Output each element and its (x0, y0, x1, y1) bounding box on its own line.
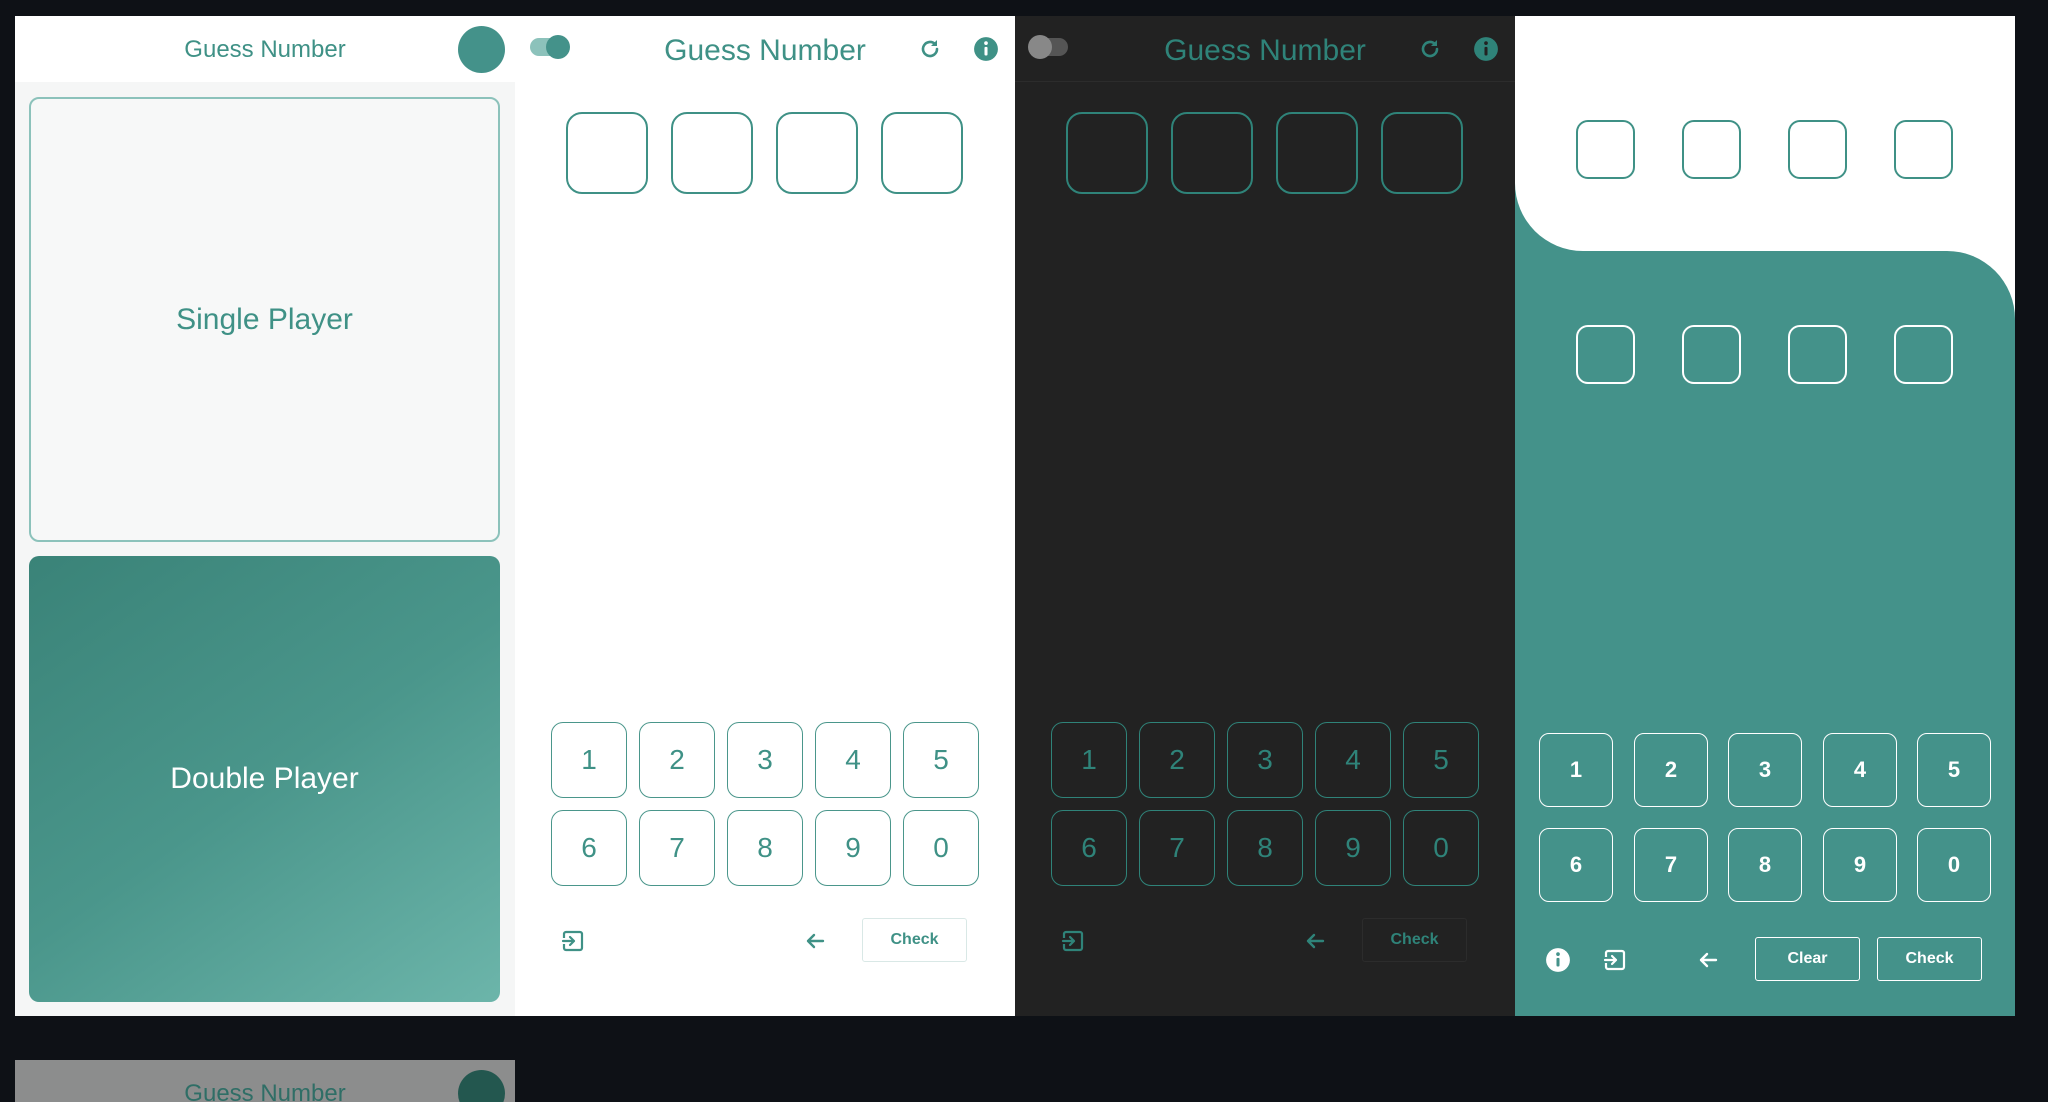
key-7[interactable]: 7 (1139, 810, 1215, 886)
info-icon[interactable] (971, 34, 1001, 64)
single-player-button[interactable]: Single Player (29, 97, 500, 542)
menu-header: Guess Number (15, 16, 515, 82)
key-3[interactable]: 3 (727, 722, 803, 798)
key-1[interactable]: 1 (551, 722, 627, 798)
double-player-screen: 1 2 3 4 5 6 7 8 9 0 Clear Check (1515, 16, 2015, 1016)
key-6[interactable]: 6 (551, 810, 627, 886)
key-2[interactable]: 2 (1139, 722, 1215, 798)
key-6[interactable]: 6 (1539, 828, 1613, 902)
key-6[interactable]: 6 (1051, 810, 1127, 886)
key-4[interactable]: 4 (1823, 733, 1897, 807)
digit-slot-1 (566, 112, 648, 194)
ghost-menu-screen: Guess Number (15, 1060, 515, 1102)
key-3[interactable]: 3 (1227, 722, 1303, 798)
player-two-slot-4 (1894, 325, 1953, 384)
game-header: Guess Number (1015, 16, 1515, 82)
menu-screen: Guess Number Single Player Double Player (15, 16, 515, 1016)
backspace-arrow-icon[interactable] (1300, 926, 1330, 956)
backspace-arrow-icon[interactable] (800, 926, 830, 956)
digit-slot-3 (1276, 112, 1358, 194)
key-4[interactable]: 4 (815, 722, 891, 798)
info-icon[interactable] (1471, 34, 1501, 64)
backspace-arrow-icon[interactable] (1693, 945, 1723, 975)
key-2[interactable]: 2 (639, 722, 715, 798)
player-two-slot-3 (1788, 325, 1847, 384)
key-0[interactable]: 0 (1917, 828, 1991, 902)
avatar[interactable] (458, 26, 505, 73)
key-0[interactable]: 0 (903, 810, 979, 886)
player-two-slot-2 (1682, 325, 1741, 384)
player-one-slot-2 (1682, 120, 1741, 179)
refresh-icon[interactable] (1415, 34, 1445, 64)
key-5[interactable]: 5 (1917, 733, 1991, 807)
exit-icon[interactable] (558, 926, 588, 956)
key-9[interactable]: 9 (815, 810, 891, 886)
info-icon[interactable] (1543, 945, 1573, 975)
key-9[interactable]: 9 (1315, 810, 1391, 886)
check-button[interactable]: Check (1877, 937, 1982, 981)
key-1[interactable]: 1 (1539, 733, 1613, 807)
digit-slot-3 (776, 112, 858, 194)
dark-game-screen: Guess Number 1 2 3 4 5 6 7 8 9 0 Check (1015, 16, 1515, 1016)
key-7[interactable]: 7 (639, 810, 715, 886)
key-0[interactable]: 0 (1403, 810, 1479, 886)
menu-title: Guess Number (184, 36, 346, 63)
digit-slot-4 (1381, 112, 1463, 194)
digit-slot-2 (671, 112, 753, 194)
digit-slot-2 (1171, 112, 1253, 194)
avatar (458, 1070, 505, 1102)
single-player-label: Single Player (176, 302, 353, 336)
refresh-icon[interactable] (915, 34, 945, 64)
player-one-slot-3 (1788, 120, 1847, 179)
game-header: Guess Number (515, 16, 1015, 82)
clear-button[interactable]: Clear (1755, 937, 1860, 981)
exit-icon[interactable] (1058, 926, 1088, 956)
key-2[interactable]: 2 (1634, 733, 1708, 807)
key-8[interactable]: 8 (1728, 828, 1802, 902)
digit-slot-1 (1066, 112, 1148, 194)
player-one-slot-4 (1894, 120, 1953, 179)
key-4[interactable]: 4 (1315, 722, 1391, 798)
key-8[interactable]: 8 (1227, 810, 1303, 886)
player-one-slot-1 (1576, 120, 1635, 179)
key-5[interactable]: 5 (903, 722, 979, 798)
double-player-label: Double Player (170, 762, 359, 795)
key-3[interactable]: 3 (1728, 733, 1802, 807)
key-7[interactable]: 7 (1634, 828, 1708, 902)
exit-icon[interactable] (1600, 945, 1630, 975)
key-8[interactable]: 8 (727, 810, 803, 886)
double-player-button[interactable]: Double Player (29, 556, 500, 1002)
digit-slot-4 (881, 112, 963, 194)
key-1[interactable]: 1 (1051, 722, 1127, 798)
check-button[interactable]: Check (1362, 918, 1467, 962)
player-two-slot-1 (1576, 325, 1635, 384)
key-5[interactable]: 5 (1403, 722, 1479, 798)
menu-title: Guess Number (184, 1080, 346, 1102)
light-game-screen: Guess Number 1 2 3 4 5 6 7 8 9 0 Check (515, 16, 1015, 1016)
check-button[interactable]: Check (862, 918, 967, 962)
key-9[interactable]: 9 (1823, 828, 1897, 902)
